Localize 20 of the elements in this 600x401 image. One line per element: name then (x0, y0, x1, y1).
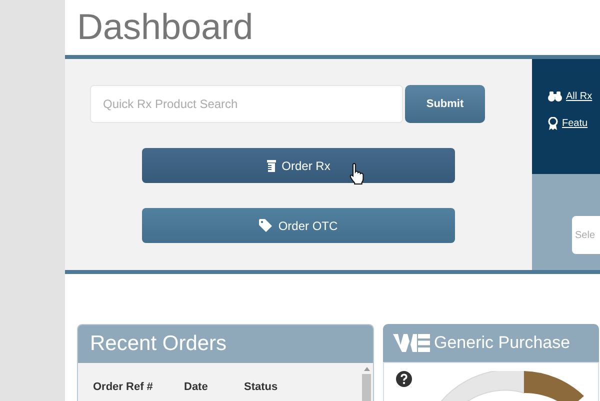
panel-title: Generic Purchase (434, 333, 570, 353)
submit-button[interactable]: Submit (405, 85, 485, 123)
panel-title: Recent Orders (90, 332, 227, 356)
award-ribbon-icon (548, 117, 558, 130)
tag-icon (259, 219, 272, 232)
scroll-up-icon[interactable] (364, 367, 370, 371)
side-link[interactable]: All Rx (548, 91, 600, 102)
column-header: Order Ref # (93, 381, 154, 393)
search-field[interactable]: Quick Rx Product Search (90, 85, 403, 123)
page-title: Dashboard (77, 7, 254, 47)
column-header: Date (184, 381, 209, 393)
side-link[interactable]: Featu (548, 117, 600, 130)
help-icon[interactable] (396, 371, 412, 387)
pill-bottle-icon (266, 160, 276, 172)
binoculars-icon (548, 91, 562, 102)
order-button[interactable]: Order OTC (142, 208, 455, 243)
column-header: Status (244, 381, 278, 393)
order-button[interactable]: Order Rx (142, 148, 455, 183)
hand-cursor-icon (349, 163, 365, 185)
logo-icon (393, 334, 430, 352)
